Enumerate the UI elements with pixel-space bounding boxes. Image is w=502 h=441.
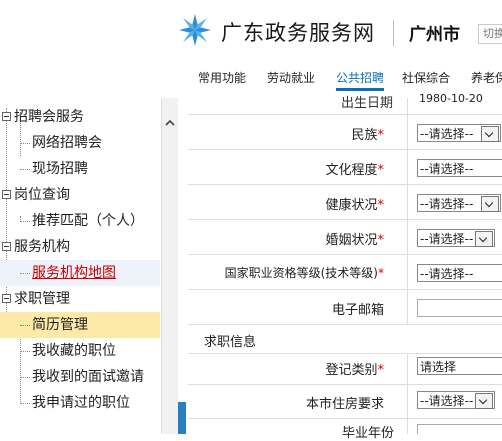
chevron-down-icon[interactable] [475,231,493,247]
tree-item-org-map[interactable]: 服务机构地图 [0,260,160,286]
birthdate-input[interactable]: 1980-10-20 [419,92,483,105]
tree-group-job-seeking[interactable]: 求职管理 [0,286,160,312]
tree-group-label: 岗位查询 [14,187,70,203]
tree-group-label: 求职管理 [14,291,70,307]
tree-item-onsite-fair[interactable]: 现场招聘 [0,156,160,182]
field-label: 健康状况* [325,198,384,213]
tree-item-recommend[interactable]: 推荐匹配（个人） [0,208,160,234]
city-name: 广州市 [409,25,460,45]
tree-group-service-org[interactable]: 服务机构 [0,234,160,260]
field-label: 本市住房要求 [305,397,384,412]
sidebar-tree: 招聘会服务 网络招聘会 现场招聘 岗位查询 推荐匹配（个人） 服务机构 服务机构… [0,98,178,434]
ethnicity-select[interactable]: --请选择-- [417,124,501,142]
collapse-icon[interactable] [2,112,11,121]
tree-item-label: 现场招聘 [32,161,88,177]
section-title: 求职信息 [204,335,257,350]
nav-item-pension[interactable]: 养老保 [471,69,502,86]
field-label-birthdate: 出生日期 [341,96,394,111]
health-select[interactable]: --请选择-- [417,194,501,212]
marital-select[interactable]: --请选择-- [417,229,495,247]
chevron-down-icon[interactable] [481,196,499,212]
header-divider [393,20,394,46]
chevron-down-icon[interactable] [481,126,499,142]
tree-item-label: 简历管理 [32,317,88,333]
housing-select[interactable]: --请选择-- [417,391,495,409]
tree-item-label: 我收到的面试邀请 [32,369,144,385]
field-label: 登记类别* [325,363,384,378]
qualification-select[interactable]: --请选择-- [417,264,502,282]
field-label: 电子邮箱 [331,303,384,318]
nav-item-labor[interactable]: 劳动就业 [267,69,315,86]
tree-item-resume[interactable]: 简历管理 [0,312,160,338]
collapse-icon[interactable] [2,294,11,303]
field-label: 国家职业资格等级(技术等级)* [224,266,384,280]
tree-item-label: 我收藏的职位 [32,343,116,359]
tree-item-label: 服务机构地图 [32,265,116,281]
tree-group-label: 招聘会服务 [14,109,84,125]
tree-item-online-fair[interactable]: 网络招聘会 [0,130,160,156]
nav-item-recruit[interactable]: 公共招聘 [336,69,384,86]
nav-item-social-security[interactable]: 社保综合 [402,69,450,86]
logo-icon [179,14,211,46]
tree-item-saved-jobs[interactable]: 我收藏的职位 [0,338,160,364]
education-select[interactable]: --请选择-- [417,159,502,177]
graduation-year-field[interactable] [417,424,502,434]
tree-group-label: 服务机构 [14,239,70,255]
tree-item-label: 我申请过的职位 [32,395,130,411]
collapse-icon[interactable] [2,242,11,251]
scroll-up-icon[interactable] [165,118,175,128]
nav-active-indicator [336,88,384,91]
field-label: 文化程度* [325,163,384,178]
tree-group-job-fair[interactable]: 招聘会服务 [0,104,160,130]
tree-item-applied-jobs[interactable]: 我申请过的职位 [0,390,160,416]
field-label: 婚姻状况* [325,233,384,248]
email-field[interactable] [417,299,502,317]
tree-item-label: 推荐匹配（个人） [32,213,144,229]
nav-item-common[interactable]: 常用功能 [198,69,246,86]
main-scrollbar-thumb[interactable] [178,402,186,434]
tree-item-interviews[interactable]: 我收到的面试邀请 [0,364,160,390]
sidebar-scrollbar[interactable] [161,98,178,434]
tree-item-label: 网络招聘会 [32,135,102,151]
field-label: 民族* [351,128,384,143]
chevron-down-icon[interactable] [475,393,493,409]
site-title: 广东政务服务网 [221,21,375,45]
tree-group-job-query[interactable]: 岗位查询 [0,182,160,208]
switch-city-button[interactable]: 切换 [478,24,502,44]
site-header: 广东政务服务网 广州市 切换 常用功能 劳动就业 公共招聘 社保综合 养老保 [0,0,502,92]
field-label-graduation-year: 毕业年份 [342,426,395,441]
collapse-icon[interactable] [2,190,11,199]
registration-type-select[interactable]: 请选择 [417,357,502,375]
